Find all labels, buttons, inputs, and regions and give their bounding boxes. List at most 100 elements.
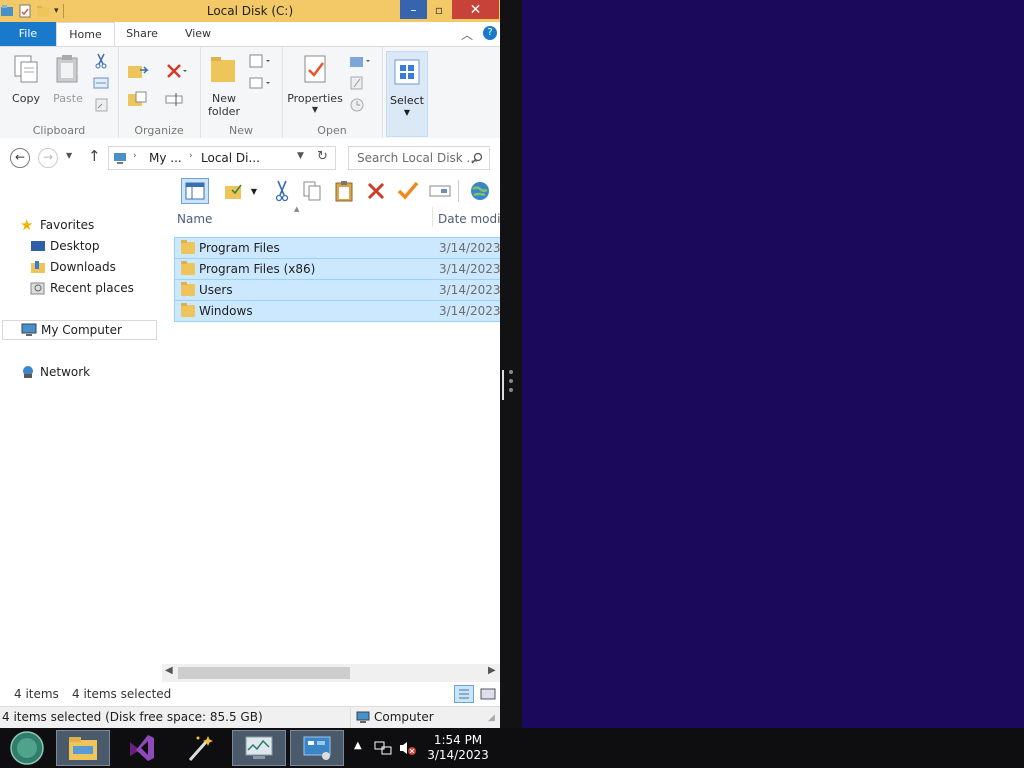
cut-icon[interactable] bbox=[92, 53, 110, 69]
copy-path-icon[interactable] bbox=[92, 75, 110, 91]
scroll-thumb[interactable] bbox=[178, 667, 350, 679]
toolbar-divider bbox=[458, 180, 459, 202]
taskbar-control-panel[interactable] bbox=[290, 730, 344, 766]
rename-icon[interactable] bbox=[164, 89, 188, 109]
resize-grip-icon[interactable]: ◢ bbox=[488, 713, 495, 723]
minimize-button[interactable]: – bbox=[400, 0, 427, 19]
scroll-right-icon[interactable]: ▶ bbox=[488, 665, 496, 676]
file-row-program-files[interactable]: Program Files 3/14/2023 1: bbox=[174, 237, 500, 259]
paste-button[interactable]: Paste bbox=[50, 53, 86, 105]
command-toolbar: ▼ bbox=[0, 176, 500, 206]
paste-toolbar-button[interactable] bbox=[330, 178, 358, 204]
ribbon-tabs: File Home Share View ︿ ? bbox=[0, 22, 500, 47]
column-date-modified[interactable]: Date modifi bbox=[438, 212, 500, 226]
file-date: 3/14/2023 1: bbox=[439, 283, 500, 297]
rename-field-icon bbox=[429, 185, 451, 197]
move-to-icon[interactable] bbox=[126, 61, 150, 81]
tab-view[interactable]: View bbox=[176, 22, 220, 46]
tab-home[interactable]: Home bbox=[56, 22, 115, 47]
nav-desktop-label: Desktop bbox=[50, 239, 100, 253]
sort-arrow-icon: ▲ bbox=[294, 205, 300, 213]
network-tray-icon[interactable] bbox=[374, 740, 392, 756]
details-view-button[interactable] bbox=[454, 685, 474, 703]
nav-network-label: Network bbox=[40, 365, 91, 379]
tab-share[interactable]: Share bbox=[118, 22, 166, 46]
rename-toolbar-button[interactable] bbox=[426, 178, 454, 204]
help-icon[interactable]: ? bbox=[483, 26, 497, 40]
select-button[interactable]: Select ▼ bbox=[386, 51, 428, 137]
search-icon[interactable] bbox=[471, 152, 483, 164]
column-divider[interactable] bbox=[432, 207, 433, 227]
taskbar-visual-studio[interactable] bbox=[115, 730, 169, 766]
edit-icon[interactable] bbox=[348, 75, 366, 91]
file-row-windows[interactable]: Windows 3/14/2023 1: bbox=[174, 300, 500, 322]
address-box[interactable]: › My ... › Local Di... ▼ ↻ bbox=[108, 146, 336, 170]
address-dropdown-icon[interactable]: ▼ bbox=[297, 151, 304, 161]
show-hidden-icons-icon[interactable]: ▲ bbox=[354, 740, 362, 751]
new-folder-big-icon bbox=[211, 57, 235, 82]
new-folder-button[interactable]: New folder bbox=[206, 53, 242, 118]
back-button[interactable]: ← bbox=[10, 148, 30, 168]
title-bar[interactable]: ▾ Local Disk (C:) – ▫ ✕ bbox=[0, 0, 500, 22]
breadcrumb-local-disk[interactable]: Local Di... bbox=[201, 151, 260, 165]
taskbar-wizard[interactable] bbox=[173, 730, 227, 766]
computer-small-icon bbox=[114, 153, 126, 164]
snap-handle-icon[interactable] bbox=[509, 370, 513, 398]
column-name[interactable]: Name bbox=[177, 212, 212, 226]
properties-button[interactable]: Properties ▼ bbox=[286, 53, 344, 114]
snap-divider[interactable] bbox=[500, 0, 522, 728]
clock-date: 3/14/2023 bbox=[427, 748, 489, 762]
delete-icon[interactable] bbox=[164, 61, 188, 81]
minimize-ribbon-icon[interactable]: ︿ bbox=[461, 26, 473, 43]
check-toolbar-button[interactable] bbox=[394, 178, 422, 204]
thumbnail-view-icon bbox=[480, 688, 496, 700]
select-icon bbox=[394, 59, 420, 85]
recent-locations-icon[interactable]: ▼ bbox=[66, 151, 72, 160]
system-clock[interactable]: 1:54 PM 3/14/2023 bbox=[424, 733, 492, 763]
breadcrumb-my-computer[interactable]: My ... bbox=[149, 151, 182, 165]
new-group: New folder New bbox=[200, 47, 283, 139]
maximize-button[interactable]: ▫ bbox=[427, 0, 451, 19]
horizontal-scrollbar[interactable]: ◀ ▶ bbox=[162, 664, 500, 682]
refresh-icon[interactable]: ↻ bbox=[317, 149, 328, 164]
history-icon[interactable] bbox=[348, 97, 366, 113]
open-group: Properties ▼ Open bbox=[282, 47, 383, 139]
delete-toolbar-button[interactable] bbox=[362, 178, 390, 204]
folder-options-button[interactable]: ▼ bbox=[218, 178, 262, 204]
nav-favorites-label: Favorites bbox=[40, 218, 95, 232]
globe-toolbar-button[interactable] bbox=[466, 178, 494, 204]
easy-access-icon[interactable] bbox=[248, 75, 274, 91]
visual-studio-icon bbox=[130, 735, 154, 761]
taskbar-file-explorer[interactable] bbox=[56, 730, 110, 766]
start-button[interactable] bbox=[0, 730, 54, 766]
new-item-icon[interactable] bbox=[248, 53, 274, 69]
downloads-icon bbox=[31, 261, 45, 273]
thumbnail-view-button[interactable] bbox=[478, 685, 498, 703]
breadcrumb-chevron-icon: › bbox=[133, 151, 137, 161]
file-name: Program Files bbox=[199, 241, 280, 255]
forward-button[interactable]: → bbox=[38, 148, 58, 168]
copy-toolbar-button[interactable] bbox=[298, 178, 326, 204]
search-input[interactable]: Search Local Disk ... bbox=[348, 146, 490, 170]
computer-icon bbox=[21, 323, 37, 336]
cut-toolbar-button[interactable] bbox=[268, 178, 296, 204]
properties-dropdown-icon[interactable]: ▼ bbox=[286, 105, 344, 114]
close-button[interactable]: ✕ bbox=[452, 0, 499, 19]
paste-shortcut-icon[interactable] bbox=[92, 97, 110, 113]
taskbar-task-manager[interactable] bbox=[232, 730, 286, 766]
copy-label: Copy bbox=[12, 92, 40, 105]
open-icon[interactable] bbox=[348, 53, 374, 69]
select-label: Select bbox=[390, 94, 424, 107]
status-bar: 4 items 4 items selected bbox=[0, 682, 500, 706]
file-row-users[interactable]: Users 3/14/2023 1: bbox=[174, 279, 500, 301]
scroll-left-icon[interactable]: ◀ bbox=[165, 665, 173, 676]
copy-to-icon[interactable] bbox=[126, 89, 150, 109]
navigation-pane-button[interactable] bbox=[181, 178, 209, 204]
tab-file[interactable]: File bbox=[0, 22, 56, 46]
file-row-program-files-x86[interactable]: Program Files (x86) 3/14/2023 1: bbox=[174, 258, 500, 280]
up-arrow-icon[interactable]: ↑ bbox=[88, 147, 101, 165]
recent-places-icon bbox=[30, 282, 45, 295]
volume-muted-icon[interactable] bbox=[398, 740, 416, 756]
nav-my-computer[interactable]: My Computer bbox=[2, 320, 157, 340]
copy-button[interactable]: Copy bbox=[8, 53, 44, 105]
